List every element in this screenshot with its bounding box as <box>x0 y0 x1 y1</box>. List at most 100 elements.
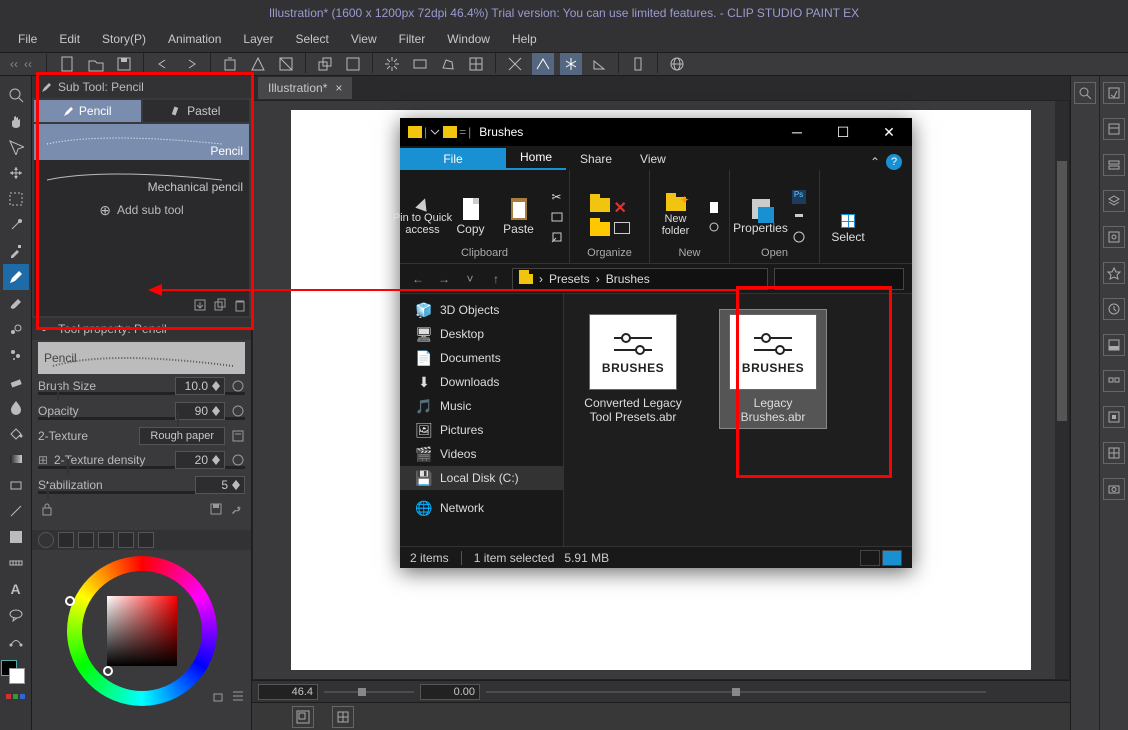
subtool-brush-pencil[interactable]: Pencil <box>34 124 249 160</box>
menu-select[interactable]: Select <box>285 28 338 50</box>
zoom-tool-icon[interactable] <box>3 82 29 108</box>
swatch-row-icon[interactable] <box>6 690 25 699</box>
brush-size-link-icon[interactable] <box>231 379 245 393</box>
subview-panel-button[interactable] <box>332 706 354 728</box>
snap-icon[interactable] <box>504 53 526 75</box>
gradient-tool-icon[interactable] <box>3 446 29 472</box>
subtool-import-icon[interactable] <box>193 298 207 312</box>
auto-action-icon[interactable] <box>1103 262 1125 284</box>
fill-tool-icon[interactable] <box>3 420 29 446</box>
menu-filter[interactable]: Filter <box>389 28 436 50</box>
ribbon-tab-home[interactable]: Home <box>506 146 566 170</box>
nav-downloads[interactable]: ⬇Downloads <box>400 370 563 394</box>
lock-config-icon[interactable] <box>40 502 54 516</box>
pencil-tool-icon[interactable] <box>3 264 29 290</box>
grid-icon[interactable] <box>465 53 487 75</box>
history-icon[interactable] <box>787 228 811 246</box>
stabilization-field[interactable]: 5 <box>195 476 245 494</box>
expander-icon[interactable]: ⊞ <box>38 453 48 467</box>
nav-pictures[interactable]: 🖼Pictures <box>400 418 563 442</box>
camera-icon[interactable] <box>1103 478 1125 500</box>
zoom-slider[interactable] <box>324 687 414 697</box>
explorer-search-field[interactable] <box>774 268 904 290</box>
save-icon[interactable] <box>113 53 135 75</box>
burst-icon[interactable] <box>381 53 403 75</box>
close-button[interactable]: ✕ <box>866 118 912 146</box>
subtool-delete-icon[interactable] <box>233 298 247 312</box>
right-search-icon[interactable] <box>1074 82 1096 104</box>
angle-icon[interactable] <box>588 53 610 75</box>
frame-tool-icon[interactable] <box>3 524 29 550</box>
texture-density-link-icon[interactable] <box>231 453 245 467</box>
color-tab-icon[interactable] <box>98 532 114 548</box>
nav-documents[interactable]: 📄Documents <box>400 346 563 370</box>
opacity-link-icon[interactable] <box>231 404 245 418</box>
vertical-scrollbar[interactable] <box>1055 101 1069 679</box>
menu-edit[interactable]: Edit <box>49 28 90 50</box>
brush-size-field[interactable]: 10.0 <box>175 377 225 395</box>
color-menu-icon[interactable] <box>231 688 245 702</box>
nav-music[interactable]: 🎵Music <box>400 394 563 418</box>
new-doc-icon[interactable] <box>57 53 79 75</box>
subtool-tab-pencil[interactable]: Pencil <box>34 100 141 122</box>
rename-icon[interactable] <box>614 222 630 234</box>
eyedropper-tool-icon[interactable] <box>3 238 29 264</box>
color-tab-icon[interactable] <box>138 532 154 548</box>
layer-prop-icon[interactable] <box>1103 190 1125 212</box>
subtool-duplicate-icon[interactable] <box>213 298 227 312</box>
quick-access-icon[interactable] <box>1103 82 1125 104</box>
document-tab-close-icon[interactable]: × <box>335 81 342 95</box>
menu-window[interactable]: Window <box>437 28 500 50</box>
line-tool-icon[interactable] <box>3 498 29 524</box>
nav-recent-icon[interactable]: ˅ <box>460 269 480 289</box>
copy-button[interactable]: Copy <box>449 198 493 236</box>
menu-help[interactable]: Help <box>502 28 547 50</box>
subtool-tab-pastel[interactable]: Pastel <box>143 100 250 122</box>
hand-tool-icon[interactable] <box>3 108 29 134</box>
add-sub-tool-button[interactable]: ⊕Add sub tool <box>34 196 249 224</box>
ruler-tool-icon[interactable] <box>3 550 29 576</box>
ribbon-collapse-icon[interactable]: ⌃ <box>870 155 880 169</box>
redo-icon[interactable] <box>180 53 202 75</box>
brush-tool-icon[interactable] <box>3 290 29 316</box>
cellphone-icon[interactable] <box>627 53 649 75</box>
opacity-field[interactable]: 90 <box>175 402 225 420</box>
history-icon[interactable] <box>1103 298 1125 320</box>
color-tab-icon[interactable] <box>118 532 134 548</box>
wrench-icon[interactable] <box>229 502 243 516</box>
delete-icon[interactable]: ✕ <box>614 198 627 218</box>
new-folder-button[interactable]: ✦ New folder <box>654 197 698 237</box>
nav-panel-button[interactable] <box>292 706 314 728</box>
nav-desktop[interactable]: 🖥Desktop <box>400 322 563 346</box>
text-tool-icon[interactable]: A <box>3 576 29 602</box>
color-swatches[interactable] <box>1 660 31 690</box>
ribbon-tab-share[interactable]: Share <box>566 148 626 170</box>
menu-animation[interactable]: Animation <box>158 28 231 50</box>
canvas-icon[interactable] <box>342 53 364 75</box>
document-tab[interactable]: Illustration* × <box>258 77 352 99</box>
subtool-brush-mechanical[interactable]: Mechanical pencil <box>34 160 249 196</box>
file-converted-presets[interactable]: BRUSHES Converted Legacy Tool Presets.ab… <box>580 310 686 428</box>
correct-line-tool-icon[interactable] <box>3 628 29 654</box>
material-icon[interactable] <box>1103 118 1125 140</box>
zoom-field[interactable]: 46.4 <box>258 684 318 700</box>
edit-icon[interactable] <box>787 208 811 226</box>
pin-quick-access-button[interactable]: Pin to Quick access <box>401 198 445 236</box>
open-icon[interactable] <box>85 53 107 75</box>
menu-layer[interactable]: Layer <box>233 28 283 50</box>
save-preset-icon[interactable] <box>209 502 223 516</box>
maximize-button[interactable]: ☐ <box>820 118 866 146</box>
light-table-icon[interactable] <box>1103 442 1125 464</box>
copy-path-icon[interactable] <box>545 208 569 226</box>
info-panel-icon[interactable] <box>1103 334 1125 356</box>
select-button[interactable]: Select <box>826 214 870 244</box>
nav-back-icon[interactable]: ← <box>408 269 428 289</box>
search-layer-icon[interactable] <box>1103 226 1125 248</box>
marquee-tool-icon[interactable] <box>3 186 29 212</box>
poly-icon[interactable] <box>437 53 459 75</box>
delete-icon[interactable] <box>219 53 241 75</box>
easy-access-icon[interactable] <box>702 218 726 236</box>
blend-tool-icon[interactable] <box>3 394 29 420</box>
menu-view[interactable]: View <box>341 28 387 50</box>
properties-button[interactable]: Properties <box>739 199 783 235</box>
